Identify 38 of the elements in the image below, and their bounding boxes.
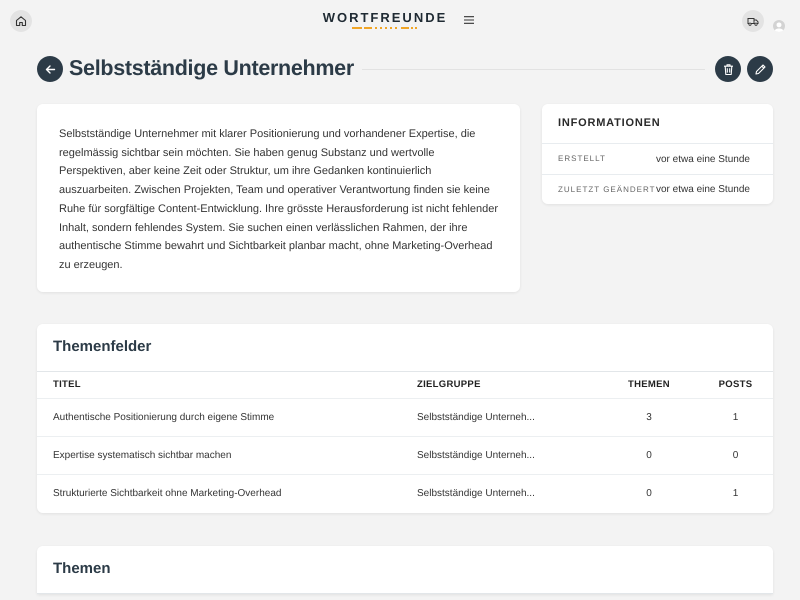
column-header: TITEL	[37, 372, 417, 399]
table-cell: Authentische Positionierung durch eigene Stimme	[37, 398, 417, 437]
info-value: vor etwa eine Stunde	[656, 152, 750, 166]
table-cell: 1	[698, 474, 773, 513]
menu-icon	[463, 15, 476, 25]
truck-icon	[746, 15, 759, 27]
home-icon	[15, 15, 27, 27]
info-label: ERSTELLT	[558, 153, 607, 165]
page-title: Selbstständige Unternehmer	[69, 56, 354, 82]
column-header: POSTS	[698, 372, 773, 399]
column-header: ZIELGRUPPE	[417, 372, 600, 399]
info-heading: INFORMATIONEN	[542, 104, 773, 144]
logo-text: WORTFREUNDE	[322, 11, 448, 24]
trash-icon	[722, 62, 734, 76]
info-label: ZULETZT GEÄNDERT	[558, 184, 656, 196]
table-cell: Selbstständige Unterneh...	[417, 474, 600, 513]
table-cell: 3	[600, 398, 698, 437]
table-cell: 0	[600, 436, 698, 475]
table-cell: 0	[600, 474, 698, 513]
table-cell: Selbstständige Unterneh...	[417, 436, 600, 475]
arrow-left-icon	[44, 62, 56, 76]
table-cell: Expertise systematisch sichtbar machen	[37, 436, 417, 475]
home-button[interactable]	[10, 10, 32, 32]
delete-button[interactable]	[715, 56, 741, 82]
column-header: THEMEN	[600, 372, 698, 399]
table-cell: 1	[698, 398, 773, 437]
section-title: Themen	[53, 560, 111, 578]
back-button[interactable]	[37, 56, 63, 82]
pencil-icon	[754, 62, 766, 76]
section-title: Themenfelder	[53, 338, 152, 356]
table-cell: 0	[698, 436, 773, 475]
truck-button[interactable]	[742, 10, 764, 32]
dashed-underline-icon	[352, 27, 418, 29]
edit-button[interactable]	[747, 56, 773, 82]
table-cell: Selbstständige Unterneh...	[417, 398, 600, 437]
description-text: Selbstständige Unternehmer mit klarer Positionierung und vorhandener Expertise, die regelmässig sichtbar sein möchten. Sie haben genug Substanz und wertvolle Perspektiven, aber keine Zeit oder Struktur, um ihre Gedanken kontinuierlich auszuarbeiten. Zwischen Projekten, Team und operativer Verantwortung finden sie keine Ruhe für sorgfältige Content-Entwicklung. Ihre grösste Herausforderung ist nicht fehlender Inhalt, sondern fehlendes System. Sie suchen einen verlässlichen Rahmen, der ihre authentische Stimme bewahrt und Sichtbarkeit planbar macht, ohne Marketing-Overhead zu erzeugen.	[59, 127, 498, 273]
table-cell: Strukturierte Sichtbarkeit ohne Marketing-Overhead	[37, 474, 417, 513]
info-value: vor etwa eine Stunde	[656, 183, 750, 197]
